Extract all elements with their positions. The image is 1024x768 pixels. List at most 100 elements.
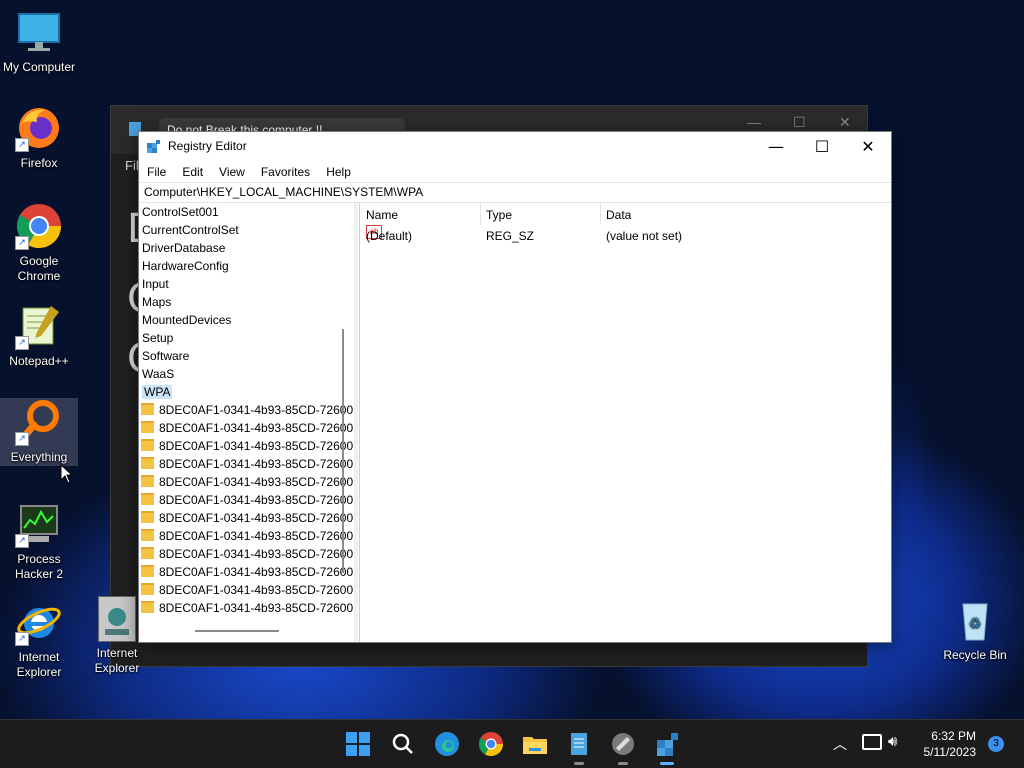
chrome-icon[interactable] (475, 728, 507, 760)
menu-bar: File Edit View Favorites Help (139, 162, 891, 182)
desktop-icon-label: Notepad++ (9, 354, 69, 368)
key-tree[interactable]: ControlSet001 CurrentControlSet DriverDa… (139, 203, 355, 642)
values-list[interactable]: Name Type Data ab (Default) REG_SZ (value… (359, 203, 891, 642)
registry-editor-window[interactable]: Registry Editor — ☐ ✕ File Edit View Favori… (138, 131, 892, 643)
tree-child-key[interactable]: 8DEC0AF1-0341-4b93-85CD-72600 (139, 581, 354, 599)
folder-icon (141, 565, 154, 577)
close-button[interactable]: ✕ (845, 132, 891, 162)
minimize-button[interactable]: — (753, 132, 799, 162)
running-indicator (574, 762, 584, 765)
clock-time: 6:32 PM (931, 729, 976, 743)
folder-icon (141, 529, 154, 541)
process-hacker-icon[interactable] (607, 728, 639, 765)
folder-icon (141, 439, 154, 451)
desktop-icon-recycle-bin[interactable]: ♻ Recycle Bin (936, 596, 1014, 663)
search-icon[interactable] (387, 728, 419, 760)
column-header-data[interactable]: Data (600, 203, 886, 225)
desktop-icon-everything[interactable]: ↗ Everything (0, 398, 78, 466)
pane-splitter[interactable] (354, 203, 358, 642)
menu-edit[interactable]: Edit (174, 162, 211, 179)
menu-help[interactable]: Help (318, 162, 359, 179)
menu-file[interactable]: File (139, 162, 174, 179)
desktop-icon-firefox[interactable]: ↗ Firefox (0, 104, 78, 171)
desktop-icon-notepadpp[interactable]: ↗ Notepad++ (0, 302, 78, 369)
desktop-icon-internet-explorer[interactable]: ↗ Internet Explorer (0, 598, 78, 680)
desktop-icon-label: Process Hacker 2 (14, 552, 64, 581)
shortcut-arrow-icon: ↗ (15, 534, 29, 548)
window-title: Registry Editor (168, 139, 247, 153)
value-row[interactable]: ab (Default) REG_SZ (value not set) (360, 225, 891, 247)
tree-child-key[interactable]: 8DEC0AF1-0341-4b93-85CD-72600 (139, 599, 354, 617)
edge-icon[interactable] (431, 728, 463, 760)
clock[interactable]: 6:32 PM 5/11/2023 (924, 728, 977, 760)
shortcut-arrow-icon: ↗ (15, 138, 29, 152)
close-icon[interactable]: ✕ (839, 114, 851, 131)
shortcut-arrow-icon: ↗ (15, 336, 29, 350)
folder-icon (141, 511, 154, 523)
registry-titlebar[interactable]: Registry Editor — ☐ ✕ (139, 132, 891, 162)
tree-node[interactable]: Setup (139, 329, 354, 347)
tree-node[interactable]: Maps (139, 293, 354, 311)
folder-icon (141, 421, 154, 433)
desktop-icon-my-computer[interactable]: My Computer (0, 8, 78, 75)
value-type-cell: REG_SZ (486, 229, 535, 243)
tree-node[interactable]: MountedDevices (139, 311, 354, 329)
maximize-icon[interactable]: ☐ (793, 114, 806, 131)
notepad-icon[interactable] (563, 728, 595, 765)
values-header: Name Type Data (360, 203, 891, 225)
everything-icon: ↗ (15, 398, 63, 446)
tree-node[interactable]: ControlSet001 (139, 203, 354, 221)
svg-text:♻: ♻ (969, 616, 982, 632)
tree-vertical-scrollbar[interactable] (342, 329, 344, 573)
mouse-cursor-icon (60, 464, 74, 484)
tree-node[interactable]: CurrentControlSet (139, 221, 354, 239)
volume-icon[interactable]: 🔊︎ (888, 732, 897, 750)
ie-alt-icon (98, 596, 136, 642)
address-bar[interactable]: Computer\HKEY_LOCAL_MACHINE\SYSTEM\WPA (139, 182, 891, 203)
tree-node[interactable]: Software (139, 347, 354, 365)
tree-node[interactable]: DriverDatabase (139, 239, 354, 257)
desktop-icon-label: Recycle Bin (943, 648, 1007, 662)
tree-node[interactable]: HardwareConfig (139, 257, 354, 275)
desktop-icon-label: Internet Explorer (16, 650, 62, 679)
desktop-icon-process-hacker[interactable]: ↗ Process Hacker 2 (0, 500, 78, 582)
tree-child-key[interactable]: 8DEC0AF1-0341-4b93-85CD-72600 (139, 491, 354, 509)
tree-child-key[interactable]: 8DEC0AF1-0341-4b93-85CD-72600 (139, 545, 354, 563)
maximize-button[interactable]: ☐ (799, 132, 845, 162)
chrome-icon: ↗ (15, 202, 63, 250)
tree-child-key[interactable]: 8DEC0AF1-0341-4b93-85CD-72600 (139, 509, 354, 527)
tree-child-key[interactable]: 8DEC0AF1-0341-4b93-85CD-72600 (139, 473, 354, 491)
folder-icon (141, 493, 154, 505)
chevron-up-icon[interactable]: ︿ (833, 734, 847, 754)
tree-node[interactable]: Input (139, 275, 354, 293)
network-icon[interactable] (862, 734, 882, 750)
folder-icon (141, 457, 154, 469)
monitor-icon (15, 8, 63, 56)
tree-child-key[interactable]: 8DEC0AF1-0341-4b93-85CD-72600 (139, 563, 354, 581)
background-window-menu[interactable]: Fil (125, 158, 139, 173)
tree-child-key[interactable]: 8DEC0AF1-0341-4b93-85CD-72600 (139, 527, 354, 545)
notification-badge[interactable]: 3 (988, 736, 1004, 752)
minimize-icon[interactable]: — (747, 114, 761, 130)
notepadpp-icon: ↗ (15, 302, 63, 350)
desktop-icon-google-chrome[interactable]: ↗ Google Chrome (0, 202, 78, 284)
tree-child-key[interactable]: 8DEC0AF1-0341-4b93-85CD-72600 (139, 419, 354, 437)
menu-view[interactable]: View (211, 162, 253, 179)
tree-horizontal-scrollbar[interactable] (195, 630, 279, 632)
tree-child-key[interactable]: 8DEC0AF1-0341-4b93-85CD-72600 (139, 437, 354, 455)
tree-node-selected[interactable]: WPA (139, 383, 354, 401)
tree-child-key[interactable]: 8DEC0AF1-0341-4b93-85CD-72600 (139, 455, 354, 473)
start-icon[interactable] (342, 728, 374, 760)
value-data-cell: (value not set) (606, 229, 683, 243)
clock-date: 5/11/2023 (923, 745, 977, 759)
menu-favorites[interactable]: Favorites (253, 162, 318, 179)
registry-panes: ControlSet001 CurrentControlSet DriverDa… (139, 203, 891, 642)
regedit-icon[interactable] (651, 728, 683, 765)
tree-node[interactable]: WaaS (139, 365, 354, 383)
tree-child-key[interactable]: 8DEC0AF1-0341-4b93-85CD-72600 (139, 401, 354, 419)
file-explorer-icon[interactable] (519, 728, 551, 760)
shortcut-arrow-icon: ↗ (15, 432, 29, 446)
column-header-name[interactable]: Name (360, 203, 481, 225)
column-header-type[interactable]: Type (480, 203, 601, 225)
recycle-bin-icon: ♻ (951, 596, 999, 644)
